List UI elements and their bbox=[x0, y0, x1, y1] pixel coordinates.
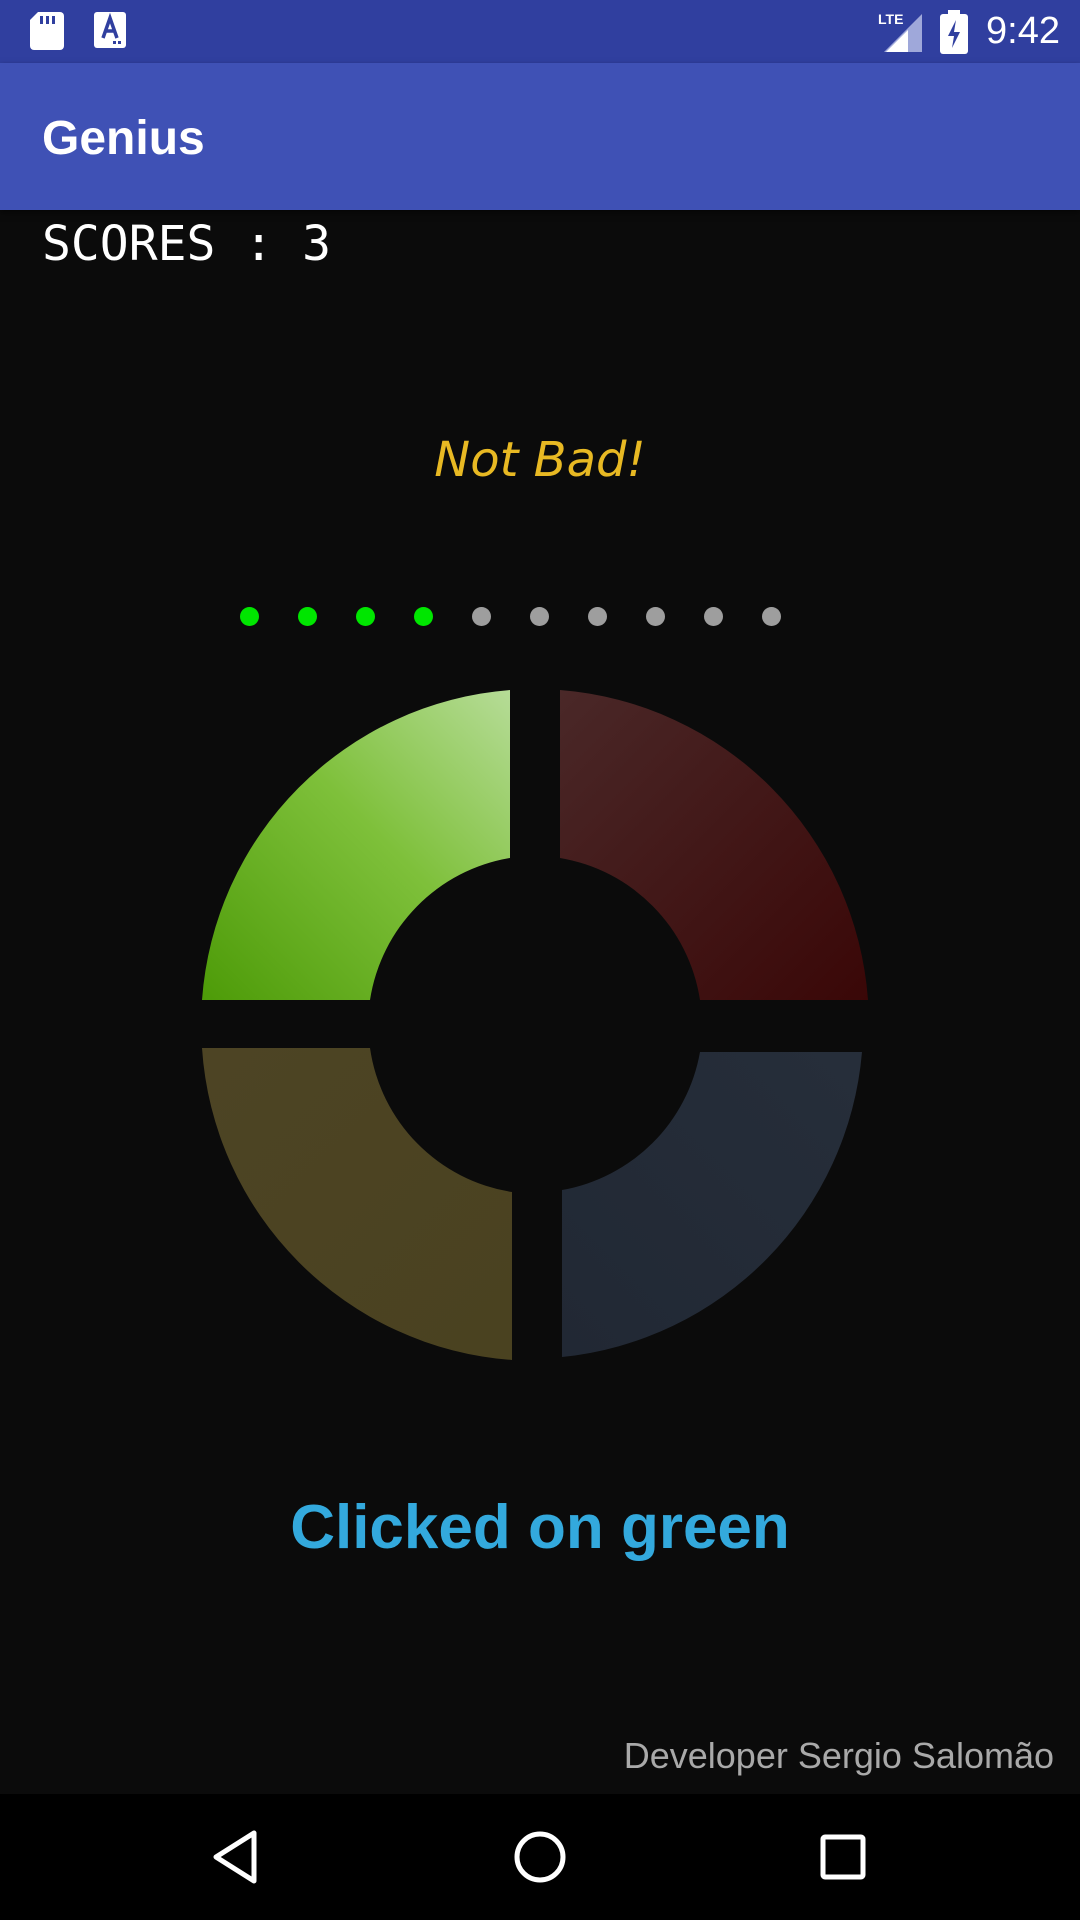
a-notification-icon bbox=[94, 12, 126, 48]
navigation-bar bbox=[0, 1794, 1080, 1920]
battery-charging-icon bbox=[940, 10, 968, 54]
progress-dot-pending bbox=[762, 607, 781, 626]
back-icon[interactable] bbox=[206, 1827, 266, 1887]
sd-card-icon bbox=[30, 12, 64, 50]
recents-icon[interactable] bbox=[813, 1827, 873, 1887]
clock: 9:42 bbox=[986, 10, 1060, 52]
app-bar: Genius bbox=[0, 63, 1080, 210]
blue-pad[interactable] bbox=[562, 1052, 862, 1357]
progress-dot-pending bbox=[646, 607, 665, 626]
progress-dot-done bbox=[240, 607, 259, 626]
sequence-progress bbox=[230, 603, 790, 633]
developer-credit: Developer Sergio Salomão bbox=[623, 1735, 1054, 1776]
progress-dot-done bbox=[298, 607, 317, 626]
app-title: Genius bbox=[42, 112, 205, 165]
game-board bbox=[202, 690, 868, 1360]
status-message: Clicked on green bbox=[290, 1493, 790, 1562]
feedback-message: Not Bad! bbox=[434, 432, 646, 488]
score-label: SCORES : 3 bbox=[42, 216, 331, 272]
progress-dot-pending bbox=[530, 607, 549, 626]
home-icon[interactable] bbox=[510, 1827, 570, 1887]
progress-dot-pending bbox=[588, 607, 607, 626]
progress-dot-done bbox=[414, 607, 433, 626]
progress-dot-pending bbox=[472, 607, 491, 626]
green-pad[interactable] bbox=[202, 690, 510, 1000]
lte-signal-icon: LTE bbox=[878, 11, 922, 52]
yellow-pad[interactable] bbox=[202, 1048, 512, 1360]
status-bar: LTE 9:42 bbox=[0, 0, 1080, 63]
svg-text:LTE: LTE bbox=[878, 11, 903, 27]
red-pad[interactable] bbox=[560, 690, 868, 1000]
progress-dot-done bbox=[356, 607, 375, 626]
progress-dot-pending bbox=[704, 607, 723, 626]
